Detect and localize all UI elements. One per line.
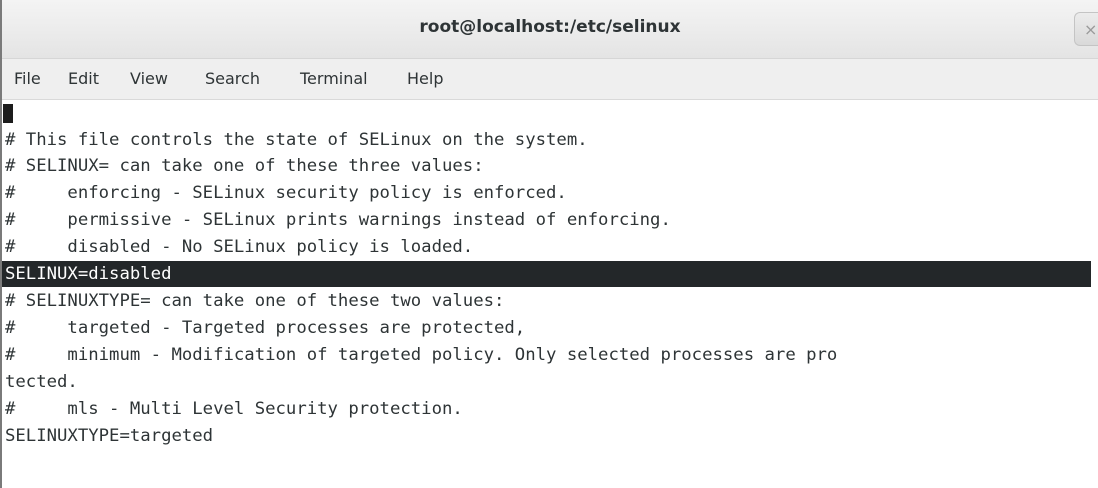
terminal-line: # targeted - Targeted processes are prot… [5, 318, 526, 338]
terminal-line: # This file controls the state of SELinu… [5, 130, 588, 150]
close-button[interactable]: × [1074, 12, 1098, 46]
menu-view[interactable]: View [130, 69, 168, 88]
terminal-line: # disabled - No SELinux policy is loaded… [5, 237, 474, 257]
terminal-line: tected. [5, 372, 78, 392]
terminal-line: # SELINUXTYPE= can take one of these two… [5, 291, 505, 311]
cursor-block [3, 104, 13, 123]
terminal-line: SELINUXTYPE=targeted [5, 426, 214, 446]
terminal-line: # enforcing - SELinux security policy is… [5, 183, 567, 203]
terminal-content[interactable]: # This file controls the state of SELinu… [2, 100, 1098, 488]
menu-edit[interactable]: Edit [68, 69, 99, 88]
menu-help[interactable]: Help [407, 69, 443, 88]
terminal-line: # minimum - Modification of targeted pol… [5, 345, 838, 365]
window-title: root@localhost:/etc/selinux [419, 17, 681, 37]
close-icon: × [1084, 20, 1098, 39]
terminal-line: # permissive - SELinux prints warnings i… [5, 210, 671, 230]
selected-terminal-line: SELINUX=disabled [2, 261, 1091, 287]
menu-search[interactable]: Search [205, 69, 260, 88]
menu-file[interactable]: File [14, 69, 41, 88]
menu-bar: File Edit View Search Terminal Help [2, 59, 1098, 100]
terminal-window: root@localhost:/etc/selinux × File Edit … [0, 0, 1098, 488]
title-bar[interactable]: root@localhost:/etc/selinux × [2, 0, 1098, 59]
terminal-line: # mls - Multi Level Security protection. [5, 399, 463, 419]
terminal-line: # SELINUX= can take one of these three v… [5, 156, 484, 176]
menu-terminal[interactable]: Terminal [300, 69, 368, 88]
